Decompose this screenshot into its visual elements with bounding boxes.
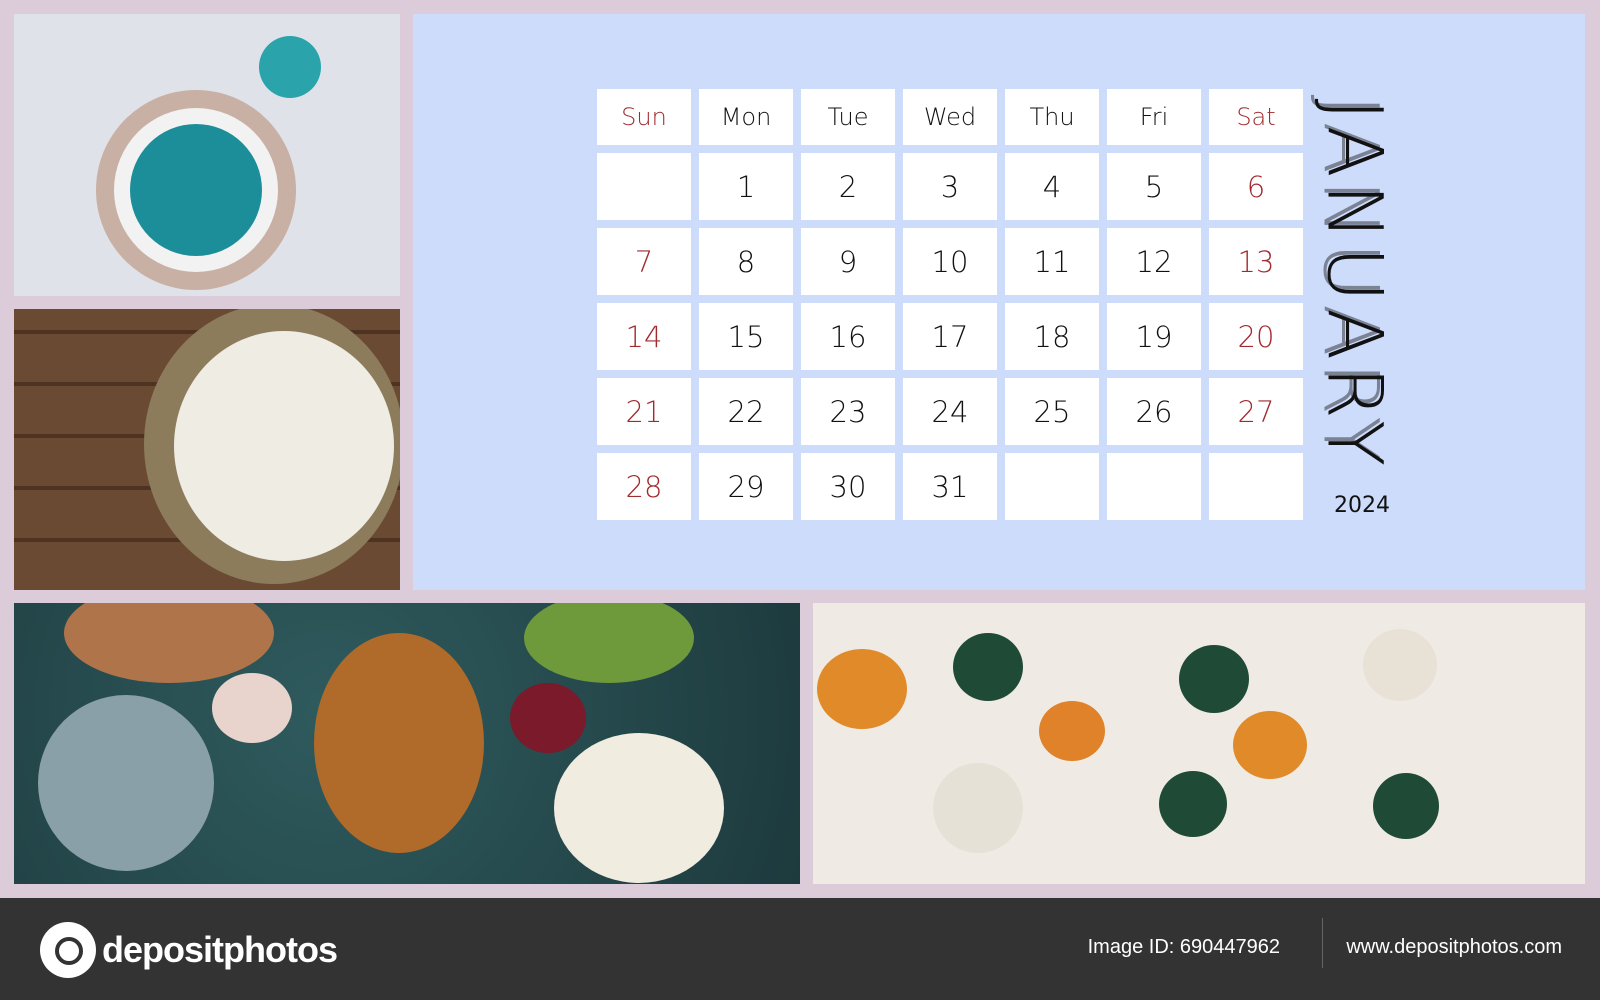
day-cell: 25 (1005, 378, 1099, 445)
photo-turkey-dinner (14, 603, 800, 884)
weekday-header: Sun (597, 89, 691, 145)
day-cell (1107, 453, 1201, 520)
month-label: JANUARY (1310, 98, 1400, 472)
weekday-header: Fri (1107, 89, 1201, 145)
day-cell: 29 (699, 453, 793, 520)
image-id: Image ID: 690447962 (1087, 936, 1280, 958)
day-cell: 15 (699, 303, 793, 370)
brand-name: depositphotos (102, 929, 338, 970)
day-cell: 4 (1005, 153, 1099, 220)
day-cell: 23 (801, 378, 895, 445)
day-cell: 19 (1107, 303, 1201, 370)
day-cell: 1 (699, 153, 793, 220)
day-cell: 30 (801, 453, 895, 520)
day-cell: 28 (597, 453, 691, 520)
weekday-header: Mon (699, 89, 793, 145)
site-link[interactable]: www.depositphotos.com (1346, 936, 1562, 959)
day-cell: 16 (801, 303, 895, 370)
day-cell: 13 (1209, 228, 1303, 295)
brand-logo: depositphotos (40, 922, 338, 978)
month-title: JANUARY (1310, 94, 1400, 476)
day-cell: 31 (903, 453, 997, 520)
day-cell: 17 (903, 303, 997, 370)
divider (1322, 918, 1323, 968)
day-cell: 27 (1209, 378, 1303, 445)
weekday-header: Tue (801, 89, 895, 145)
day-cell: 11 (1005, 228, 1099, 295)
photo-rustic-plate (14, 309, 400, 590)
day-cell: 22 (699, 378, 793, 445)
day-cell: 24 (903, 378, 997, 445)
day-cell: 7 (597, 228, 691, 295)
day-cell (1209, 453, 1303, 520)
weekday-header: Sat (1209, 89, 1303, 145)
day-cell: 18 (1005, 303, 1099, 370)
day-cell: 20 (1209, 303, 1303, 370)
day-cell (597, 153, 691, 220)
day-cell: 14 (597, 303, 691, 370)
day-cell: 26 (1107, 378, 1201, 445)
day-cell: 5 (1107, 153, 1201, 220)
weekday-header: Wed (903, 89, 997, 145)
day-cell: 9 (801, 228, 895, 295)
day-cell: 2 (801, 153, 895, 220)
photo-table-setting (14, 14, 400, 296)
day-cell: 12 (1107, 228, 1201, 295)
footer-bar: depositphotos Image ID: 690447962 www.de… (0, 898, 1600, 1000)
camera-icon (40, 922, 96, 978)
year-label: 2024 (1334, 493, 1390, 518)
photo-pumpkin-table (813, 603, 1585, 884)
day-cell: 21 (597, 378, 691, 445)
day-cell: 8 (699, 228, 793, 295)
weekday-header: Thu (1005, 89, 1099, 145)
day-cell: 6 (1209, 153, 1303, 220)
calendar-panel (413, 14, 1585, 590)
day-cell: 10 (903, 228, 997, 295)
day-cell: 3 (903, 153, 997, 220)
day-cell (1005, 453, 1099, 520)
